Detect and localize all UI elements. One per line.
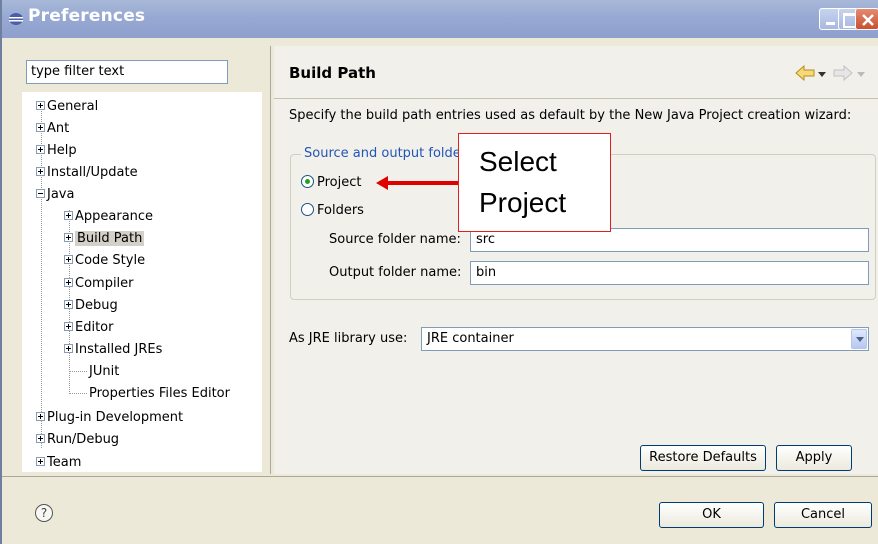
expand-icon[interactable] xyxy=(36,123,45,132)
tree-item-appearance[interactable]: Appearance xyxy=(64,207,153,227)
apply-button[interactable]: Apply xyxy=(776,445,852,471)
tree-item-run-debug[interactable]: Run/Debug xyxy=(36,430,119,450)
radio-checked-icon[interactable] xyxy=(301,175,314,188)
pane-splitter[interactable] xyxy=(270,46,273,474)
title-separator xyxy=(274,98,878,99)
group-label: Source and output folde xyxy=(301,146,464,161)
window-title: Preferences xyxy=(28,6,146,26)
expand-icon[interactable] xyxy=(36,167,45,176)
bottom-separator xyxy=(2,476,878,477)
preference-page: Build Path Specify the build path entrie… xyxy=(274,46,878,474)
page-description: Specify the build path entries used as d… xyxy=(289,108,852,123)
forward-menu-chevron-icon[interactable] xyxy=(857,70,865,78)
restore-defaults-button[interactable]: Restore Defaults xyxy=(640,445,766,471)
tree-connector xyxy=(69,393,87,394)
expand-icon[interactable] xyxy=(36,101,45,110)
help-icon[interactable]: ? xyxy=(35,504,53,522)
expand-icon[interactable] xyxy=(36,145,45,154)
title-bar[interactable]: Preferences xyxy=(2,0,878,38)
jre-library-label: As JRE library use: xyxy=(289,331,408,346)
ok-button[interactable]: OK xyxy=(659,502,764,528)
collapse-icon[interactable] xyxy=(36,189,45,198)
callout-line-1: Select xyxy=(479,146,557,177)
tree-item-debug[interactable]: Debug xyxy=(64,296,118,316)
expand-icon[interactable] xyxy=(36,434,45,443)
back-arrow-icon[interactable] xyxy=(794,64,816,82)
tree-connector xyxy=(69,371,87,372)
tree-item-code-style[interactable]: Code Style xyxy=(64,251,145,271)
cancel-button[interactable]: Cancel xyxy=(774,502,872,528)
back-menu-chevron-icon[interactable] xyxy=(818,70,826,78)
chevron-down-icon[interactable] xyxy=(851,329,867,349)
folders-radio[interactable]: Folders xyxy=(301,202,364,220)
tree-item-help[interactable]: Help xyxy=(36,141,77,161)
expand-icon[interactable] xyxy=(64,344,73,353)
page-navigation xyxy=(794,64,870,84)
tree-item-junit[interactable]: JUnit xyxy=(69,362,119,382)
tree-item-general[interactable]: General xyxy=(36,97,98,117)
preferences-dialog: Preferences type filter text General Ant… xyxy=(0,0,878,544)
tree-item-editor[interactable]: Editor xyxy=(64,318,113,338)
callout-line-2: Project xyxy=(479,187,567,218)
expand-icon[interactable] xyxy=(64,233,73,242)
expand-icon[interactable] xyxy=(64,278,73,287)
tree-item-properties-files-editor[interactable]: Properties Files Editor xyxy=(69,384,230,404)
tree-item-java[interactable]: Java xyxy=(36,185,74,205)
tree-item-compiler[interactable]: Compiler xyxy=(64,274,134,294)
project-radio[interactable]: Project xyxy=(301,174,361,192)
tree-item-ant[interactable]: Ant xyxy=(36,119,69,139)
source-folder-label: Source folder name: xyxy=(329,232,461,247)
expand-icon[interactable] xyxy=(64,300,73,309)
preferences-tree: General Ant Help Install/Update Java App… xyxy=(22,92,262,472)
page-title: Build Path xyxy=(289,64,376,82)
callout-arrow xyxy=(376,176,458,190)
jre-library-select[interactable]: JRE container xyxy=(421,327,869,351)
tree-item-install-update[interactable]: Install/Update xyxy=(36,163,138,183)
tree-item-plugin-development[interactable]: Plug-in Development xyxy=(36,408,183,428)
close-icon xyxy=(862,14,874,26)
tree-item-installed-jres[interactable]: Installed JREs xyxy=(64,340,162,360)
forward-arrow-icon[interactable] xyxy=(832,64,854,82)
preferences-icon xyxy=(9,13,23,25)
annotation-callout: Select Project xyxy=(458,133,611,232)
expand-icon[interactable] xyxy=(64,322,73,331)
output-folder-label: Output folder name: xyxy=(329,265,462,280)
tree-item-team[interactable]: Team xyxy=(36,453,81,473)
expand-icon[interactable] xyxy=(64,211,73,220)
expand-icon[interactable] xyxy=(64,255,73,264)
expand-icon[interactable] xyxy=(36,457,45,466)
filter-input[interactable]: type filter text xyxy=(26,60,228,84)
expand-icon[interactable] xyxy=(36,412,45,421)
radio-unchecked-icon[interactable] xyxy=(301,203,314,216)
close-button[interactable] xyxy=(855,8,878,30)
tree-item-build-path[interactable]: Build Path xyxy=(64,229,145,249)
output-folder-input[interactable]: bin xyxy=(470,261,869,285)
